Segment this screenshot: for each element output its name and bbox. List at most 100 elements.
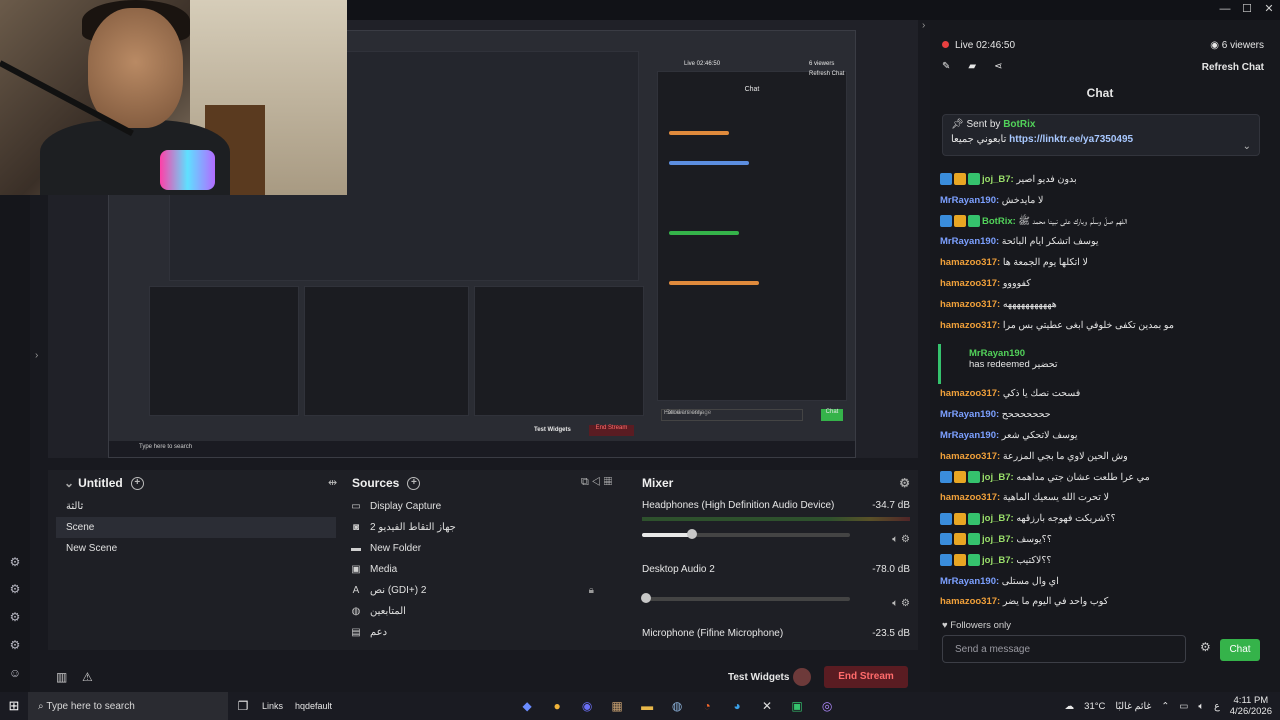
chat-badge-icon [954, 173, 966, 186]
chat-text: ؟؟شريكت فهوجه بارزقهه [1016, 513, 1116, 525]
task-view-icon[interactable]: ❐ [228, 699, 258, 713]
clock[interactable]: 4:11 PM 4/26/2026 [1230, 695, 1272, 717]
chat-username[interactable]: joj_B7: [982, 534, 1016, 545]
preferences-icon[interactable]: ⚙ [8, 638, 22, 652]
maximize-button[interactable]: ☐ [1236, 0, 1258, 20]
chevron-down-icon[interactable]: ⌄ [64, 476, 74, 490]
source-item[interactable]: ▤ دعم [344, 622, 624, 643]
steam-icon[interactable]: ◍ [662, 699, 692, 713]
language-indicator[interactable]: ع [1214, 701, 1220, 712]
end-stream-button[interactable]: End Stream [824, 666, 908, 688]
gear-icon[interactable]: ⚙ [1200, 640, 1211, 654]
chat-username[interactable]: MrRayan190: [940, 195, 1002, 206]
chat-username[interactable]: hamazoo317: [940, 320, 1003, 331]
source-tools-icon[interactable]: ⧉ ◁ ▦ [581, 476, 612, 489]
app-icon[interactable]: ✕ [752, 699, 782, 713]
botrix-icon[interactable]: ▣ [782, 699, 812, 713]
chat-username[interactable]: hamazoo317: [940, 299, 1003, 310]
chat-username[interactable]: MrRayan190: [940, 430, 1002, 441]
chat-username[interactable]: hamazoo317: [940, 278, 1003, 289]
firefox-icon[interactable]: ◔ [692, 699, 722, 713]
chat-username[interactable]: hamazoo317: [940, 388, 1003, 399]
app-icon[interactable]: ● [542, 699, 572, 713]
channel-db: -78.0 dB [872, 564, 910, 575]
folder-icon[interactable]: ▰ [968, 61, 976, 72]
add-scene-icon[interactable]: + [130, 476, 144, 490]
mute-settings-icons[interactable]: 🔈︎ ⚙ [892, 598, 910, 609]
chat-text: مو بمدين تكفى خلوفي ابغى عطيتي بس مرا [1002, 319, 1174, 331]
test-widgets-button[interactable]: Test Widgets [728, 672, 789, 683]
tray-chevron-icon[interactable]: ⌃ [1161, 701, 1169, 712]
gear-icon[interactable]: ⚙ [8, 582, 22, 596]
volume-icon[interactable]: 🔈︎ [1198, 701, 1204, 712]
share-icon[interactable]: ⋖ [994, 61, 1002, 72]
nested-chat-button: Chat [821, 409, 843, 421]
settings-icon[interactable]: ⚙ [8, 555, 22, 569]
mute-settings-icons[interactable]: 🔈︎ ⚙ [892, 534, 910, 545]
chat-send-button[interactable]: Chat [1220, 639, 1260, 661]
source-item[interactable]: ◙ جهاز التقاط الفيديو 2 [344, 517, 624, 538]
edge-icon[interactable]: ◕ [722, 699, 752, 713]
discord-icon[interactable]: ◉ [572, 699, 602, 713]
taskbar: ⊞ ⌕ Type here to search ❐ Links hqdefaul… [0, 692, 1280, 720]
user-icon[interactable]: ☺ [8, 666, 22, 680]
volume-slider[interactable] [642, 529, 850, 539]
pencil-icon[interactable]: ✎ [942, 61, 950, 72]
chat-username[interactable]: joj_B7: [982, 555, 1016, 566]
chat-username[interactable]: joj_B7: [982, 174, 1016, 185]
refresh-chat-button[interactable]: Refresh Chat [1202, 62, 1264, 73]
chat-username[interactable]: hamazoo317: [940, 451, 1003, 462]
windows-start-icon[interactable]: ⊞ [0, 698, 28, 714]
chevron-expand-icon[interactable]: › [922, 20, 925, 31]
scenes-header: ⌄ Untitled + [56, 470, 336, 496]
folder-icon[interactable]: ▬ [632, 699, 662, 713]
source-item[interactable]: ▭ Display Capture [344, 496, 624, 517]
weather-text: غائم غالبًا [1115, 700, 1152, 712]
taskbar-search[interactable]: ⌕ Type here to search [28, 692, 228, 720]
chat-username[interactable]: BotRix: [982, 216, 1018, 227]
chat-text: بدون فديو اصير [1016, 174, 1077, 185]
chat-username[interactable]: joj_B7: [982, 513, 1016, 524]
scene-item-selected[interactable]: Scene [56, 517, 336, 538]
chat-username[interactable]: hamazoo317: [940, 257, 1003, 268]
cog-icon[interactable]: ⚙ [8, 610, 22, 624]
app-icon[interactable]: ▦ [602, 699, 632, 713]
source-item[interactable]: ▣ Media [344, 559, 624, 580]
nested-refresh: Refresh Chat [809, 71, 845, 77]
chevron-right-icon[interactable]: › [35, 350, 38, 361]
chat-username[interactable]: joj_B7: [982, 472, 1016, 483]
add-source-icon[interactable]: + [407, 476, 421, 490]
chat-username[interactable]: MrRayan190: [940, 236, 1002, 247]
pinned-link[interactable]: https://linktr.ee/ya7350495 [1009, 134, 1133, 145]
send-message-input[interactable]: Send a message [942, 635, 1186, 663]
redeem-action: has redeemed [969, 359, 1030, 370]
chat-username[interactable]: MrRayan190: [940, 409, 1002, 420]
lock-icon[interactable]: 🔒︎ [589, 580, 594, 601]
stats-icon[interactable]: ▥ [56, 670, 67, 684]
volume-slider[interactable] [641, 593, 850, 603]
alert-icon[interactable]: ⚠ [82, 670, 93, 684]
gear-icon[interactable]: ⚙ [899, 476, 910, 490]
minimize-button[interactable]: — [1214, 0, 1236, 20]
channel-name: Microphone (Fifine Microphone) [642, 628, 784, 639]
chat-text: اي وال مستلى [1001, 575, 1059, 587]
chat-message: hamazoo317: وش الحين لاوي ما بجي المزرعة [940, 447, 1262, 468]
twitch-icon[interactable]: ◎ [812, 699, 842, 713]
chat-username[interactable]: hamazoo317: [940, 492, 1003, 503]
network-icon[interactable]: ▭ [1179, 701, 1188, 712]
source-item[interactable]: A نص (GDI+) 2 🔒︎ [344, 580, 624, 601]
source-item[interactable]: ▬ New Folder [344, 538, 624, 559]
chat-username[interactable]: hamazoo317: [940, 596, 1003, 607]
viewer-count: ◉ 6 viewers [1210, 40, 1264, 51]
scene-item[interactable]: ثالثة [56, 496, 336, 517]
chat-username[interactable]: MrRayan190: [940, 576, 1002, 587]
folder-toolbar[interactable]: hqdefault [295, 701, 332, 711]
links-toolbar[interactable]: Links [262, 701, 283, 711]
text-icon: A [352, 585, 360, 596]
close-button[interactable]: ✕ [1258, 0, 1280, 20]
chevron-down-icon[interactable]: ⌄ [1243, 141, 1251, 152]
filter-icon[interactable]: ⇹ [328, 476, 337, 489]
scene-item[interactable]: New Scene [56, 538, 336, 559]
app-icon[interactable]: ◆ [512, 699, 542, 713]
source-item[interactable]: ◍ المتابعين [344, 601, 624, 622]
